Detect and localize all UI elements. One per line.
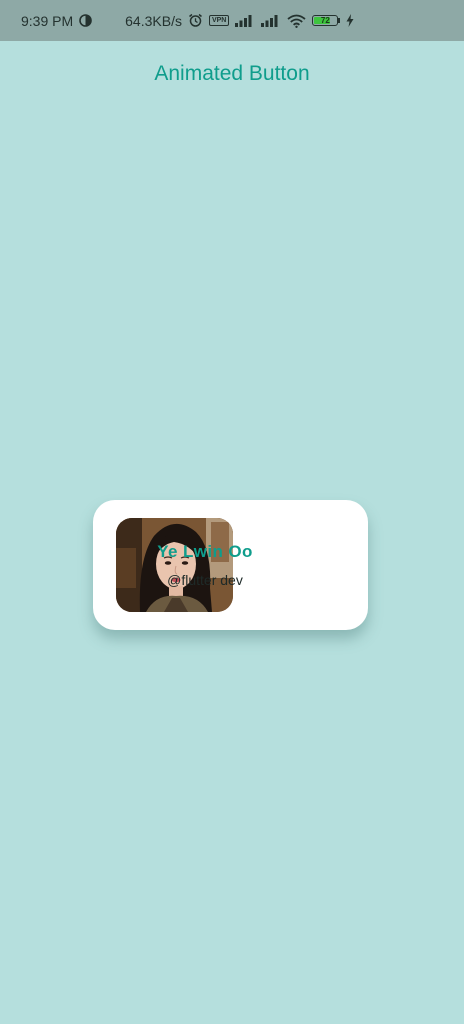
signal-icon bbox=[235, 14, 255, 27]
battery-level: 72 bbox=[320, 15, 330, 25]
profile-name: Ye Lwin Oo bbox=[157, 542, 253, 561]
wifi-icon bbox=[287, 14, 306, 28]
signal-icon bbox=[261, 14, 281, 27]
charging-icon bbox=[346, 14, 354, 27]
profile-handle: @flutter dev bbox=[167, 572, 243, 588]
status-right: 64.3KB/s VPN 72 bbox=[125, 13, 354, 29]
animated-profile-button[interactable] bbox=[93, 500, 368, 630]
network-speed: 64.3KB/s bbox=[125, 12, 182, 29]
vpn-icon: VPN bbox=[208, 15, 230, 26]
status-time: 9:39 PM bbox=[21, 12, 74, 29]
avatar bbox=[116, 518, 233, 612]
status-bar: 9:39 PM 64.3KB/s VPN 72 bbox=[0, 0, 464, 41]
battery-icon: 72 bbox=[312, 15, 341, 26]
alarm-icon bbox=[188, 13, 203, 28]
page-title: Animated Button bbox=[154, 62, 310, 85]
status-left: 9:39 PM bbox=[21, 13, 92, 29]
data-saver-icon bbox=[79, 14, 92, 27]
